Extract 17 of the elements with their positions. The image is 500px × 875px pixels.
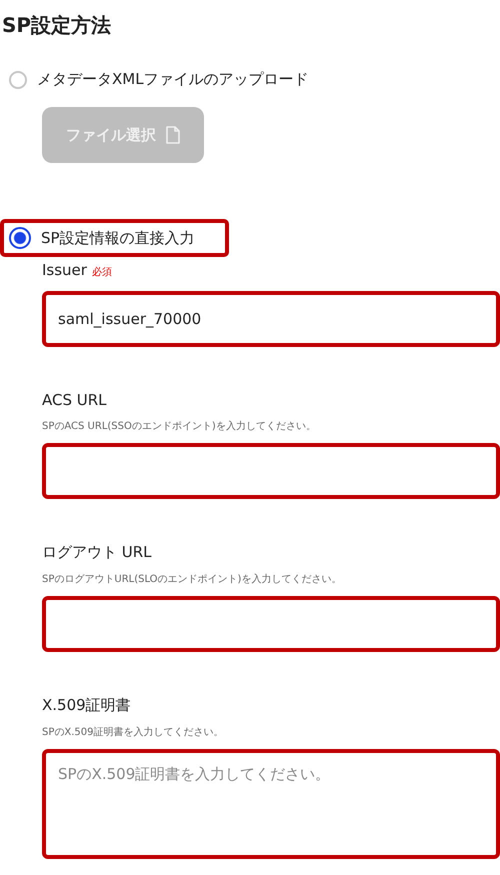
radio-option[interactable]: メタデータXMLファイルのアップロード xyxy=(0,62,343,97)
input-field[interactable]: saml_issuer_70000 xyxy=(42,291,500,347)
help-text: SPのACS URL(SSOのエンドポイント)を入力してください。 xyxy=(42,420,317,433)
help-text: SPのログアウトURL(SLOのエンドポイント)を入力してください。 xyxy=(42,572,342,586)
text-area[interactable]: SPのX.509証明書を入力してください。 xyxy=(42,749,500,859)
radio-button[interactable] xyxy=(9,227,31,249)
radio-option[interactable]: SP設定情報の直接入力 xyxy=(0,219,229,257)
file-icon xyxy=(166,126,180,144)
section-title: SP設定方法 xyxy=(1,12,112,39)
field-label: ACS URL xyxy=(42,391,107,409)
required-tag: 必須 xyxy=(92,265,112,279)
field-label: ログアウト URL xyxy=(42,543,152,562)
input-field[interactable] xyxy=(42,596,500,652)
field-label: X.509証明書 xyxy=(42,696,131,715)
help-text: SPのX.509証明書を入力してください。 xyxy=(42,726,224,739)
input-field[interactable] xyxy=(42,443,500,499)
field-label: Issuer xyxy=(42,261,87,279)
